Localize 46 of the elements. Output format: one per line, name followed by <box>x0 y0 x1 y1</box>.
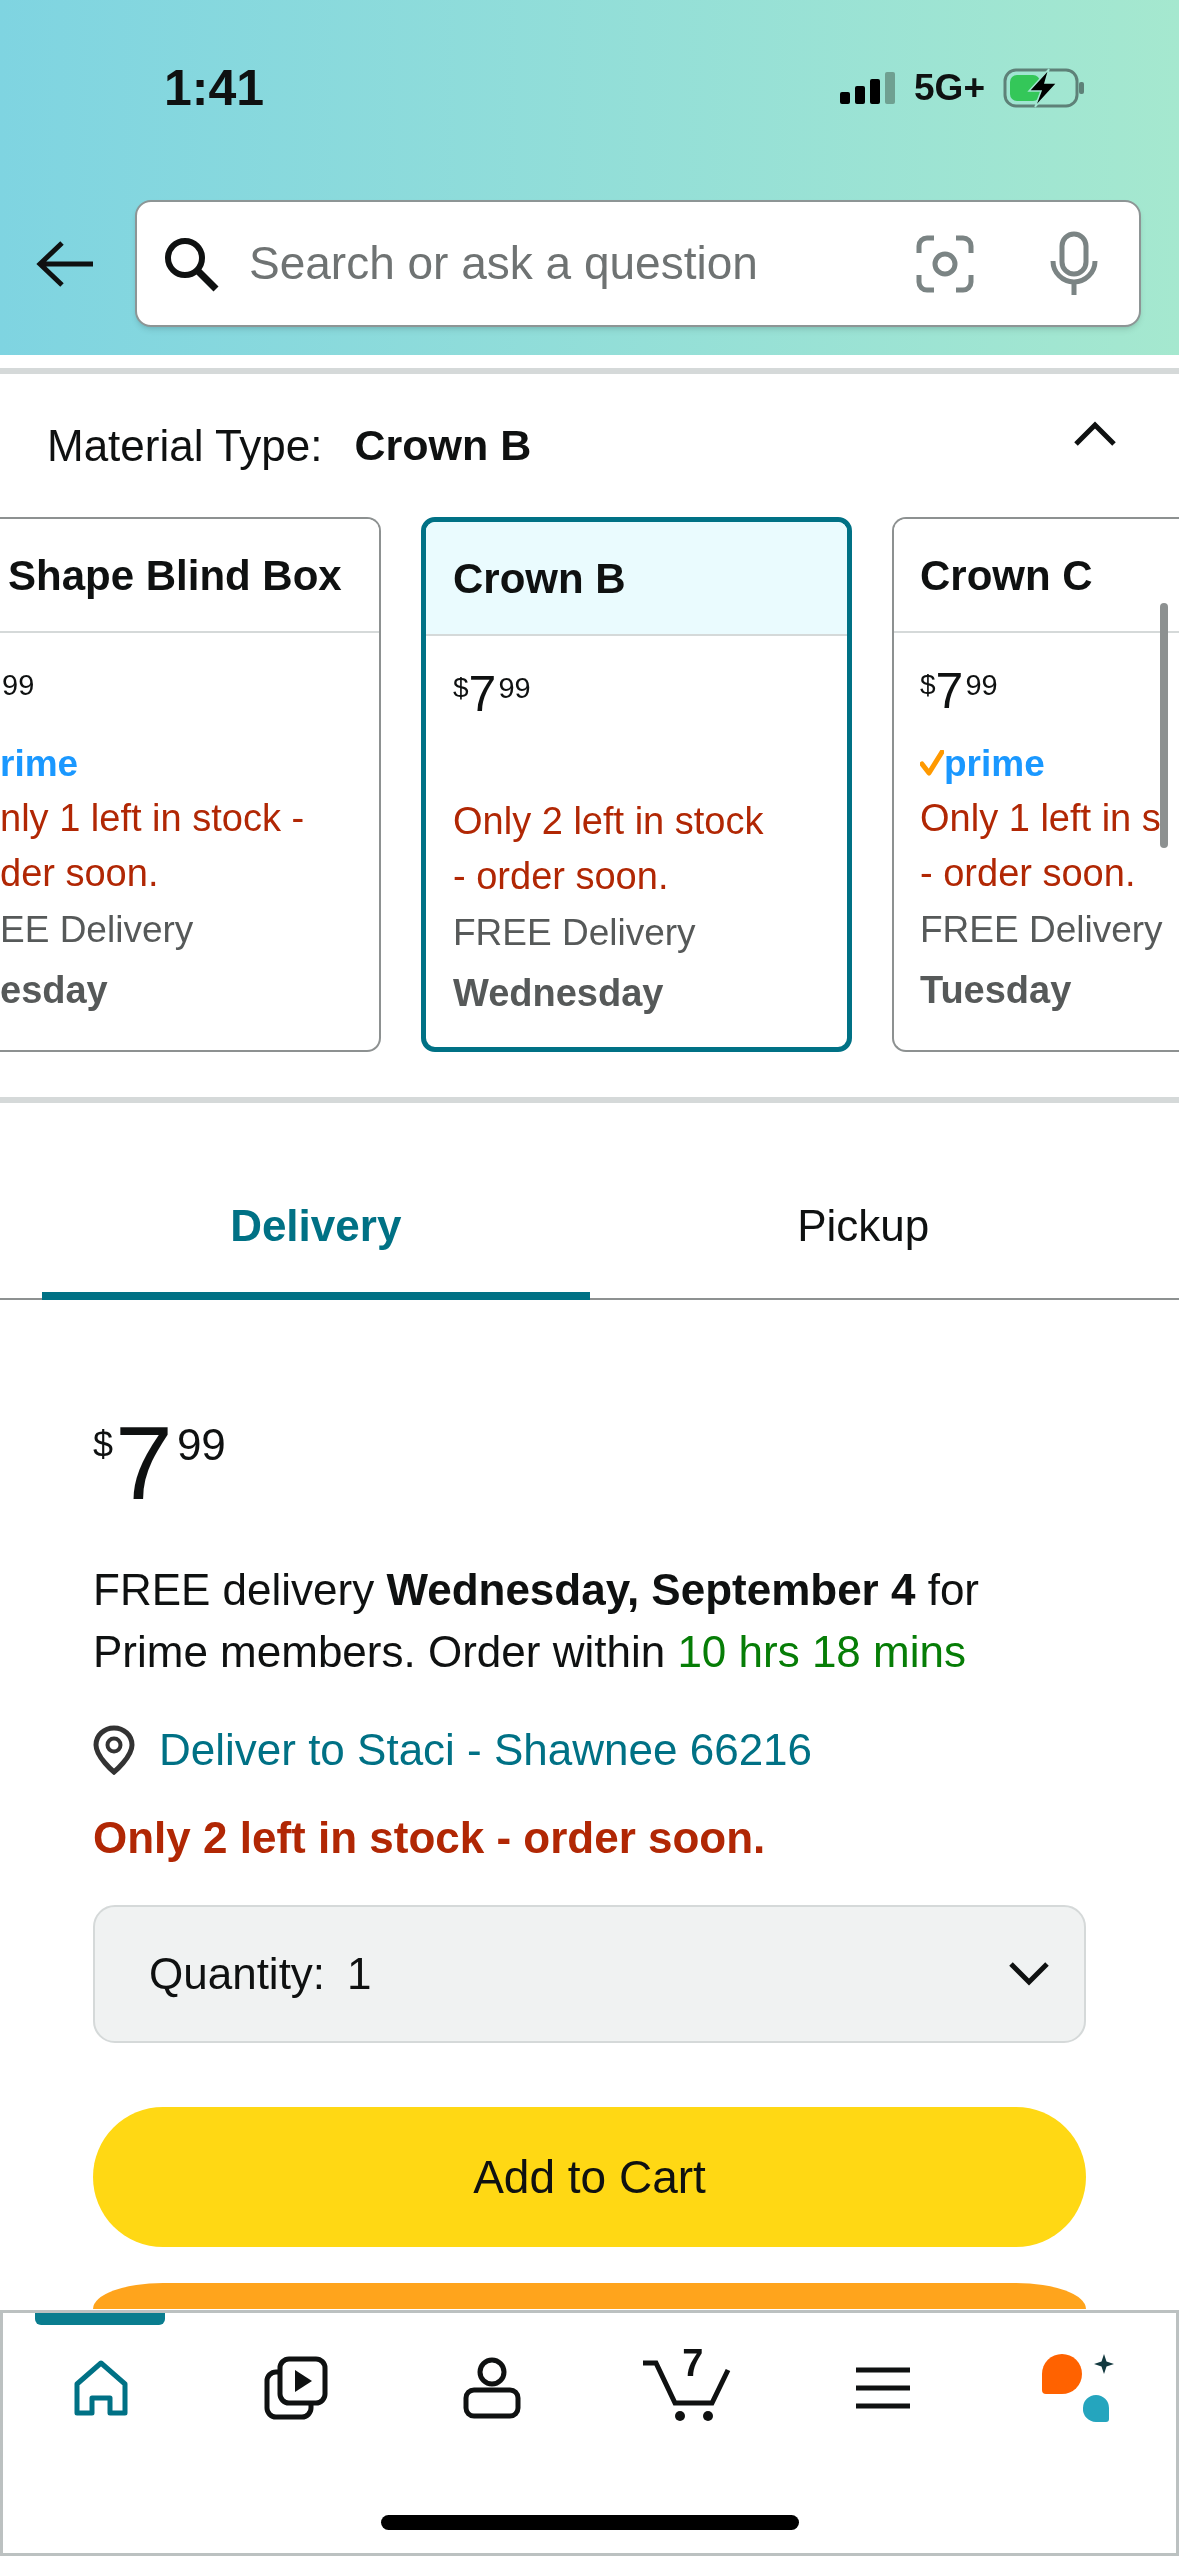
prime-label: prime <box>944 744 1045 782</box>
option-card[interactable]: Shape Blind Box 99 rime nly 1 left in stock - der soon. EE Delivery esday <box>0 517 381 1052</box>
chevron-down-icon <box>1008 1961 1050 1987</box>
prime-label: rime <box>0 744 79 782</box>
delivery-label: EE Delivery <box>0 908 195 952</box>
tab[interactable]: Delivery <box>42 1103 590 1300</box>
delivery-location-link[interactable]: Deliver to Staci - Shawnee 66216 <box>159 1720 813 1780</box>
delivery-label: FREE Delivery <box>920 908 1164 952</box>
battery-charging-icon <box>1003 67 1085 108</box>
network-label: 5G+ <box>914 69 985 106</box>
search-field[interactable]: Search or ask a question <box>135 200 1141 327</box>
add-to-cart-button[interactable]: Add to Cart <box>93 2107 1086 2247</box>
option-title: Crown C <box>920 550 1093 601</box>
delivery-message: FREE delivery Wednesday, September 4 for Prime members. Order within 10 hrs 18 mins <box>93 1564 980 1678</box>
microphone-icon[interactable] <box>1049 230 1099 297</box>
chevron-up-icon <box>1073 420 1117 447</box>
stock-warning: Only 2 left in stock - order soon. <box>93 1812 767 1864</box>
stock-warning: nly 1 left in stock - der soon. <box>0 796 306 896</box>
delivery-day: Wednesday <box>453 962 820 1024</box>
status-time: 1:41 <box>164 62 265 113</box>
camera-icon[interactable] <box>916 234 974 293</box>
cart-count: 7 <box>682 2344 704 2382</box>
cart-tab[interactable]: 7 <box>589 2313 785 2463</box>
option-title: Crown B <box>453 553 626 604</box>
delivery-day: esday <box>0 959 359 1021</box>
variation-label: Material Type: <box>47 419 323 472</box>
option-price: 99 <box>1 668 35 700</box>
search-icon <box>163 235 219 292</box>
tab[interactable]: Pickup <box>589 1103 1137 1300</box>
home-icon <box>72 2360 129 2416</box>
location-pin-icon <box>93 1725 135 1775</box>
stock-warning: Only 1 left in s - order soon. <box>920 796 1162 896</box>
delivery-day: Tuesday <box>920 959 1179 1021</box>
search-input[interactable]: Search or ask a question <box>249 229 916 298</box>
delivery-label: FREE Delivery <box>453 911 697 955</box>
stock-warning: Only 2 left in stock - order soon. <box>453 799 765 899</box>
back-button[interactable] <box>35 238 95 289</box>
video-library-icon <box>264 2356 329 2420</box>
person-icon <box>462 2357 521 2419</box>
collapse-button[interactable] <box>1073 419 1117 448</box>
quantity-select[interactable]: Quantity: 1 <box>93 1905 1086 2043</box>
variation-value: Crown B <box>354 420 532 472</box>
back-arrow-icon <box>35 239 95 288</box>
menu-icon <box>853 2366 912 2410</box>
signal-icon <box>840 71 897 104</box>
option-title: Shape Blind Box <box>8 550 342 601</box>
